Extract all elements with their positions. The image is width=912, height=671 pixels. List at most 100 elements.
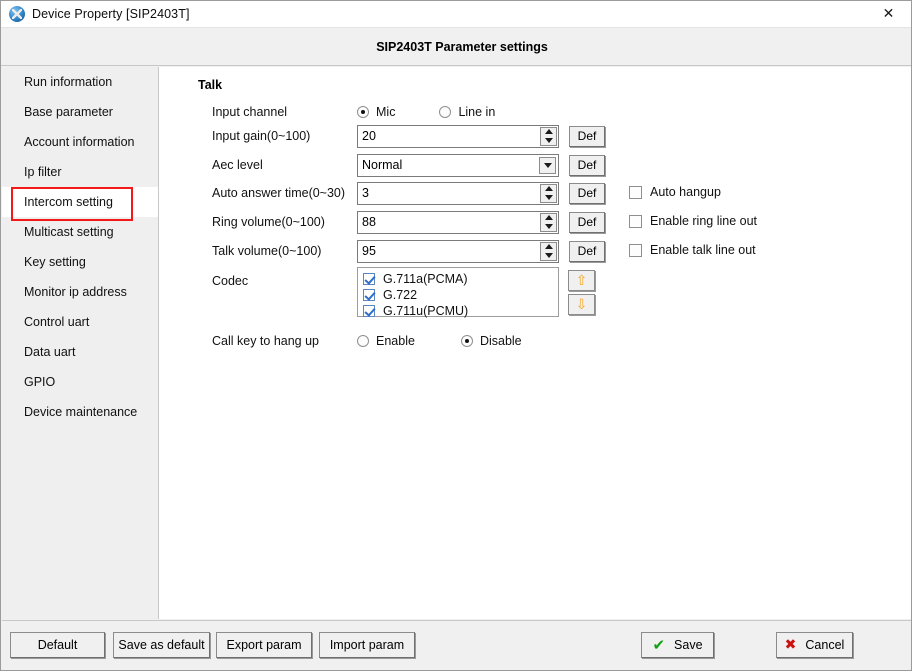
input-channel-radio-group: Mic Line in — [357, 105, 539, 119]
radio-label: Line in — [458, 105, 496, 119]
sidebar-item-label: Multicast setting — [24, 225, 114, 239]
label-call-key-hang-up: Call key to hang up — [212, 334, 320, 348]
checkbox-checked-icon[interactable] — [363, 304, 375, 317]
title-bar: Device Property [SIP2403T] ✕ — [1, 1, 911, 28]
auto-answer-time-value: 3 — [362, 186, 369, 200]
radio-label: Mic — [376, 105, 396, 119]
codec-list-item[interactable]: G.711u(PCMU) — [363, 303, 558, 318]
default-button[interactable]: Default — [10, 632, 105, 658]
checkbox-enable-ring-line-out[interactable]: Enable ring line out — [629, 214, 757, 228]
radio-label: Disable — [479, 334, 522, 348]
codec-reorder-buttons: ⇧ ⇩ — [568, 270, 595, 318]
stepper-down-icon[interactable] — [541, 222, 556, 231]
checkbox-enable-talk-line-out[interactable]: Enable talk line out — [629, 243, 756, 257]
move-up-button[interactable]: ⇧ — [568, 270, 595, 291]
sidebar-item-control-uart[interactable]: Control uart — [2, 307, 158, 337]
label-codec: Codec — [212, 274, 249, 288]
sidebar-item-run-information[interactable]: Run information — [2, 67, 158, 97]
codec-list-item[interactable]: G.722 — [363, 287, 558, 302]
arrow-down-icon: ⇩ — [575, 296, 588, 313]
talk-volume-stepper[interactable] — [540, 241, 557, 261]
checkbox-auto-hangup[interactable]: Auto hangup — [629, 185, 721, 199]
row-input-channel: Input channel Mic Line in — [212, 100, 539, 124]
sidebar-item-label: Base parameter — [24, 105, 113, 119]
ring-volume-field[interactable]: 88 — [357, 210, 559, 234]
radio-input-channel-mic[interactable]: Mic — [357, 105, 395, 119]
label-input-channel: Input channel — [212, 105, 288, 119]
stepper-down-icon[interactable] — [541, 136, 556, 145]
talk-volume-def-button[interactable]: Def — [569, 240, 605, 262]
sidebar-item-base-parameter[interactable]: Base parameter — [2, 97, 158, 127]
stepper-down-icon[interactable] — [541, 251, 556, 260]
input-gain-field[interactable]: 20 — [357, 124, 559, 148]
checkbox-icon[interactable] — [629, 185, 642, 199]
sidebar: Run information Base parameter Account i… — [2, 67, 159, 619]
checkbox-icon[interactable] — [629, 243, 642, 257]
sidebar-item-monitor-ip-address[interactable]: Monitor ip address — [2, 277, 158, 307]
stepper-up-icon[interactable] — [541, 214, 556, 223]
auto-answer-time-field[interactable]: 3 — [357, 181, 559, 205]
ring-volume-value: 88 — [362, 215, 376, 229]
sidebar-item-multicast-setting[interactable]: Multicast setting — [2, 217, 158, 247]
codec-list[interactable]: G.711a(PCMA) G.722 G.711u(PCMU) — [357, 267, 559, 318]
input-gain-def-button[interactable]: Def — [569, 125, 605, 147]
label-input-gain: Input gain(0~100) — [212, 129, 311, 143]
label-talk-volume: Talk volume(0~100) — [212, 244, 322, 258]
close-x-icon: ✖ — [784, 637, 797, 653]
codec-item-label: G.711a(PCMA) — [383, 271, 468, 286]
row-talk-volume: Talk volume(0~100) 95 Def — [212, 239, 605, 263]
sidebar-item-label: Ip filter — [24, 165, 62, 179]
close-icon[interactable]: ✕ — [866, 1, 911, 27]
radio-dot-icon — [460, 335, 473, 347]
radio-dot-icon — [357, 106, 369, 118]
talk-volume-field[interactable]: 95 — [357, 239, 559, 263]
radio-call-key-enable[interactable]: Enable — [357, 334, 415, 348]
sidebar-item-gpio[interactable]: GPIO — [2, 367, 158, 397]
save-button-label: Save — [674, 638, 703, 652]
stepper-up-icon[interactable] — [541, 128, 556, 137]
ring-volume-stepper[interactable] — [540, 212, 557, 232]
checkbox-checked-icon[interactable] — [363, 272, 375, 285]
auto-answer-time-def-button[interactable]: Def — [569, 182, 605, 204]
checkbox-label: Enable talk line out — [650, 243, 756, 257]
input-gain-stepper[interactable] — [540, 126, 557, 146]
move-down-button[interactable]: ⇩ — [568, 294, 595, 315]
row-auto-answer-time: Auto answer time(0~30) 3 Def — [212, 181, 605, 205]
sidebar-item-label: Run information — [24, 75, 113, 89]
sidebar-item-intercom-setting[interactable]: Intercom setting — [2, 187, 158, 221]
sidebar-item-label: Monitor ip address — [24, 285, 127, 299]
export-param-button[interactable]: Export param — [216, 632, 312, 658]
stepper-up-icon[interactable] — [541, 243, 556, 252]
label-ring-volume: Ring volume(0~100) — [212, 215, 325, 229]
sidebar-item-key-setting[interactable]: Key setting — [2, 247, 158, 277]
intercom-setting-panel: Talk Input channel Mic Line in Input gai… — [159, 67, 911, 619]
save-as-default-button[interactable]: Save as default — [113, 632, 210, 658]
sidebar-item-label: Data uart — [24, 345, 76, 359]
sidebar-item-device-maintenance[interactable]: Device maintenance — [2, 397, 158, 427]
row-call-key-hang-up: Call key to hang up Enable Disable — [212, 329, 566, 353]
checkbox-icon[interactable] — [629, 214, 642, 228]
codec-item-label: G.722 — [383, 287, 418, 302]
aec-level-def-button[interactable]: Def — [569, 154, 605, 176]
stepper-down-icon[interactable] — [541, 193, 556, 202]
app-globe-icon — [9, 6, 25, 22]
aec-level-select[interactable]: Normal — [357, 153, 559, 177]
checkbox-checked-icon[interactable] — [363, 288, 375, 301]
sidebar-item-ip-filter[interactable]: Ip filter — [2, 157, 158, 187]
sidebar-item-label: Account information — [24, 135, 135, 149]
sidebar-item-data-uart[interactable]: Data uart — [2, 337, 158, 367]
import-param-button[interactable]: Import param — [319, 632, 415, 658]
radio-call-key-disable[interactable]: Disable — [460, 334, 522, 348]
save-button[interactable]: ✔ Save — [641, 632, 714, 658]
ring-volume-def-button[interactable]: Def — [569, 211, 605, 233]
sidebar-item-label: GPIO — [24, 375, 56, 389]
stepper-up-icon[interactable] — [541, 185, 556, 194]
sidebar-item-account-information[interactable]: Account information — [2, 127, 158, 157]
input-gain-value: 20 — [362, 129, 376, 143]
radio-input-channel-line-in[interactable]: Line in — [439, 105, 495, 119]
chevron-down-icon[interactable] — [539, 156, 556, 174]
codec-list-item[interactable]: G.711a(PCMA) — [363, 271, 558, 286]
arrow-up-icon: ⇧ — [575, 272, 588, 289]
cancel-button[interactable]: ✖ Cancel — [776, 632, 853, 658]
auto-answer-time-stepper[interactable] — [540, 183, 557, 203]
